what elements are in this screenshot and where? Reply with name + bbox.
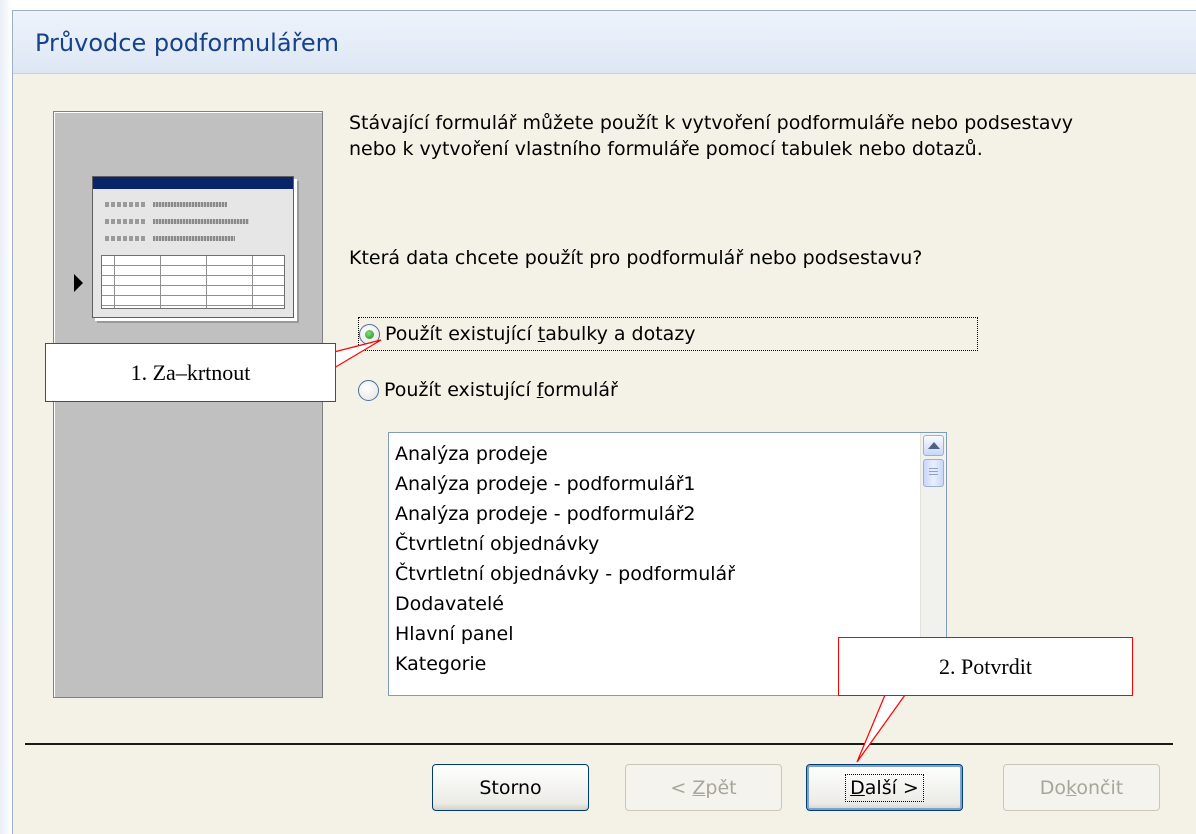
callout-1-pointer xyxy=(333,339,382,370)
callout-step-2: 2. Potvrdit xyxy=(838,637,1133,696)
callout-step-1: 1. Za–krtnout xyxy=(45,343,336,402)
callout-pointers xyxy=(333,339,907,763)
callout-2-pointer xyxy=(856,694,907,763)
screen: Průvodce podformulářem Stávající formulá… xyxy=(0,0,1196,834)
